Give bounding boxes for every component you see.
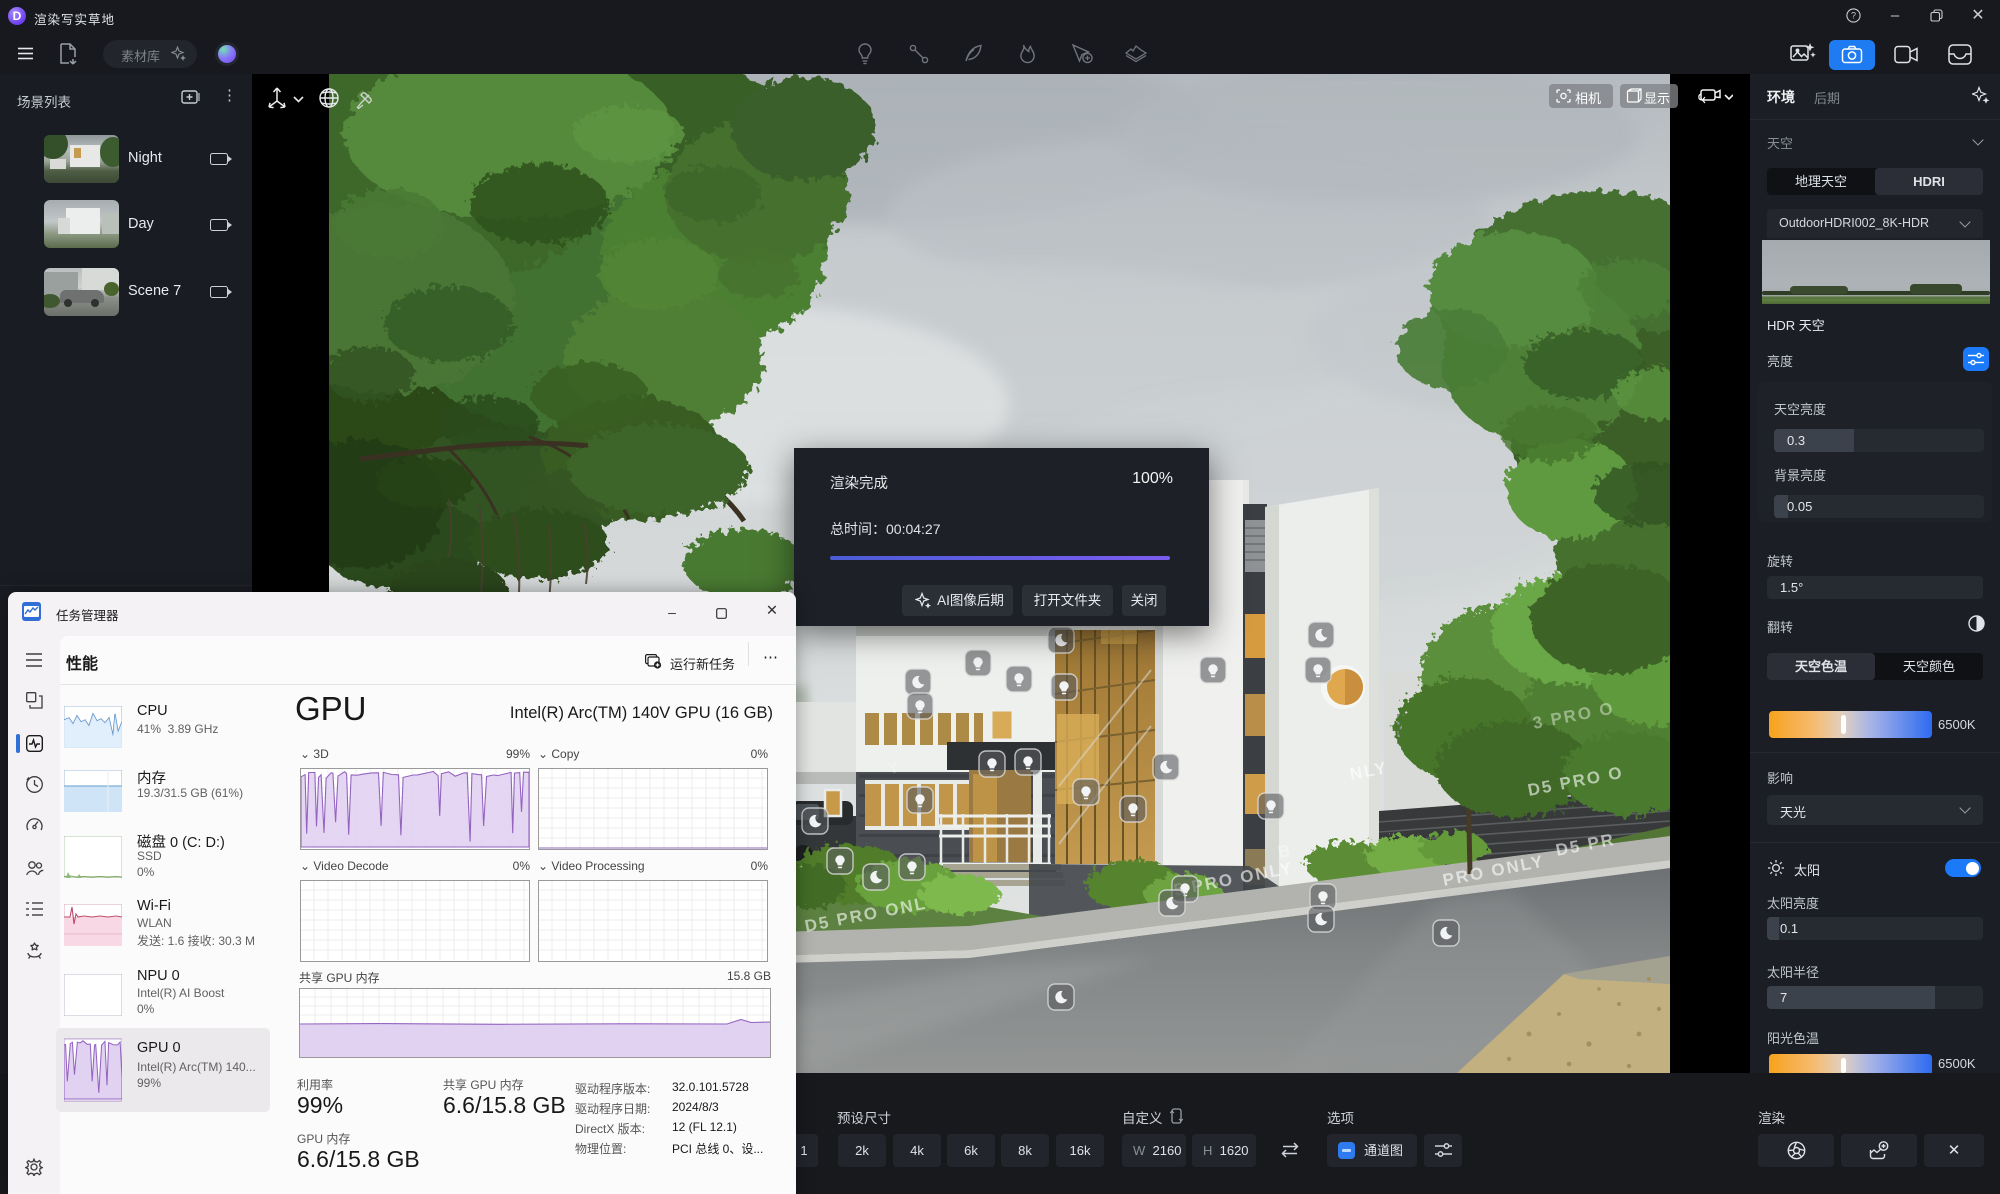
svg-text:?: ? — [1850, 11, 1855, 21]
